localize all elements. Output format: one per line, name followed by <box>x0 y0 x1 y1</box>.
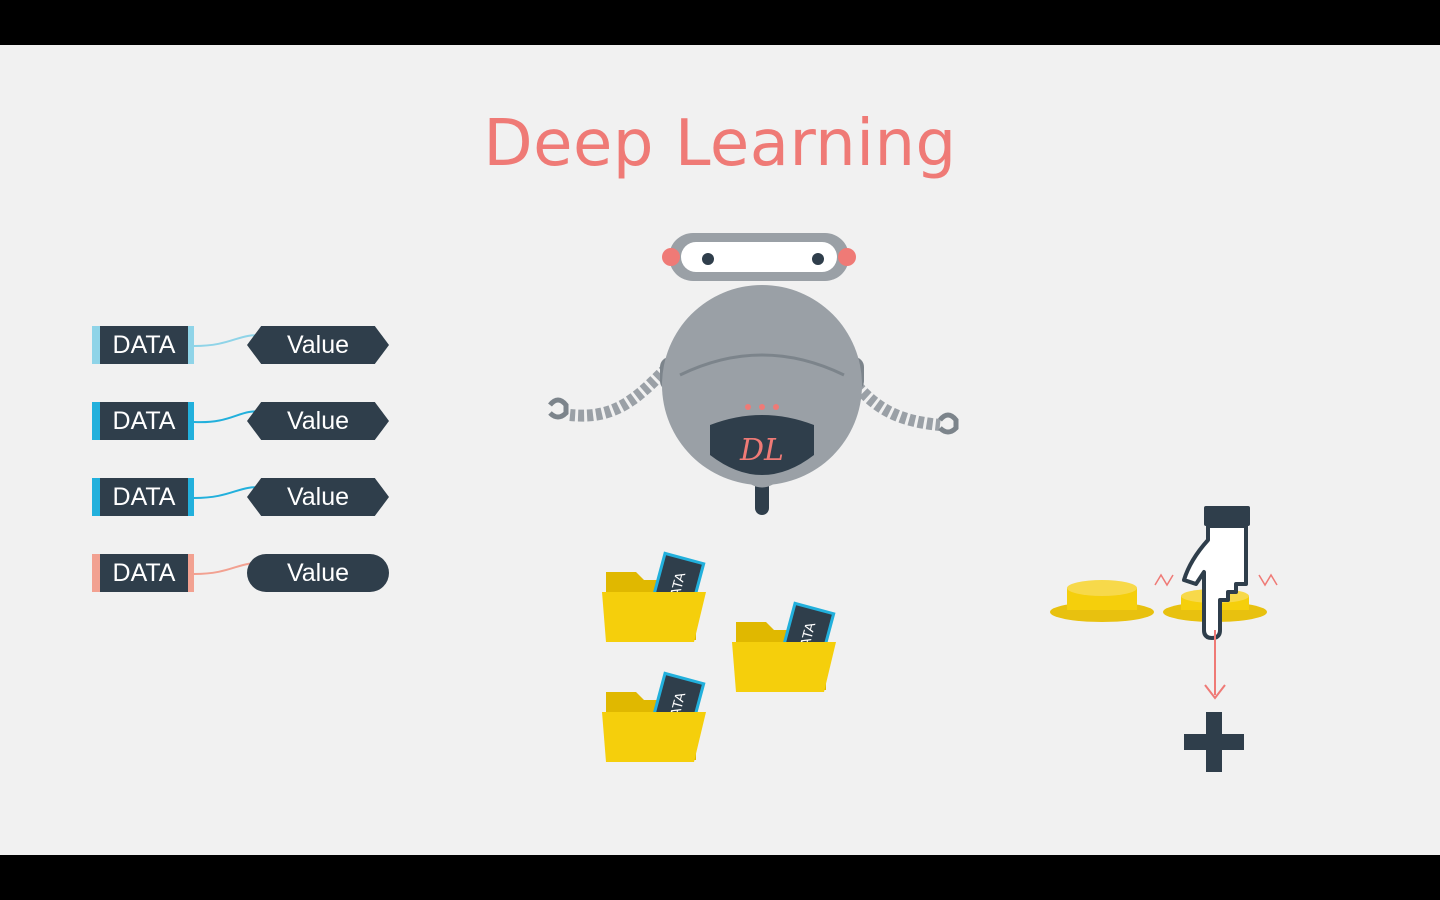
pointing-hand-icon <box>1182 506 1250 640</box>
data-value-pair: DATA Value <box>92 554 392 594</box>
data-tag: DATA <box>92 478 194 516</box>
slide-title: Deep Learning <box>483 107 957 181</box>
arrow-down-icon <box>1204 630 1226 700</box>
value-tag: Value <box>247 554 389 592</box>
data-value-pair: DATA Value <box>92 402 392 442</box>
data-value-pair: DATA Value <box>92 326 392 366</box>
folder-icon: DATA <box>732 601 836 692</box>
robot-icon: DL <box>548 233 959 515</box>
video-frame: Deep Learning DATA Value DATA Value DATA… <box>0 45 1440 855</box>
data-value-pair: DATA Value <box>92 478 392 518</box>
value-tag: Value <box>247 326 389 364</box>
data-tag: DATA <box>92 554 194 592</box>
robot-badge: DL <box>739 433 784 468</box>
plus-icon <box>1184 712 1244 772</box>
value-tag: Value <box>247 478 389 516</box>
value-tag: Value <box>247 402 389 440</box>
folder-icon: DATA <box>602 551 706 642</box>
data-tag: DATA <box>92 326 194 364</box>
data-tag: DATA <box>92 402 194 440</box>
folder-icon: DATA <box>602 671 706 762</box>
